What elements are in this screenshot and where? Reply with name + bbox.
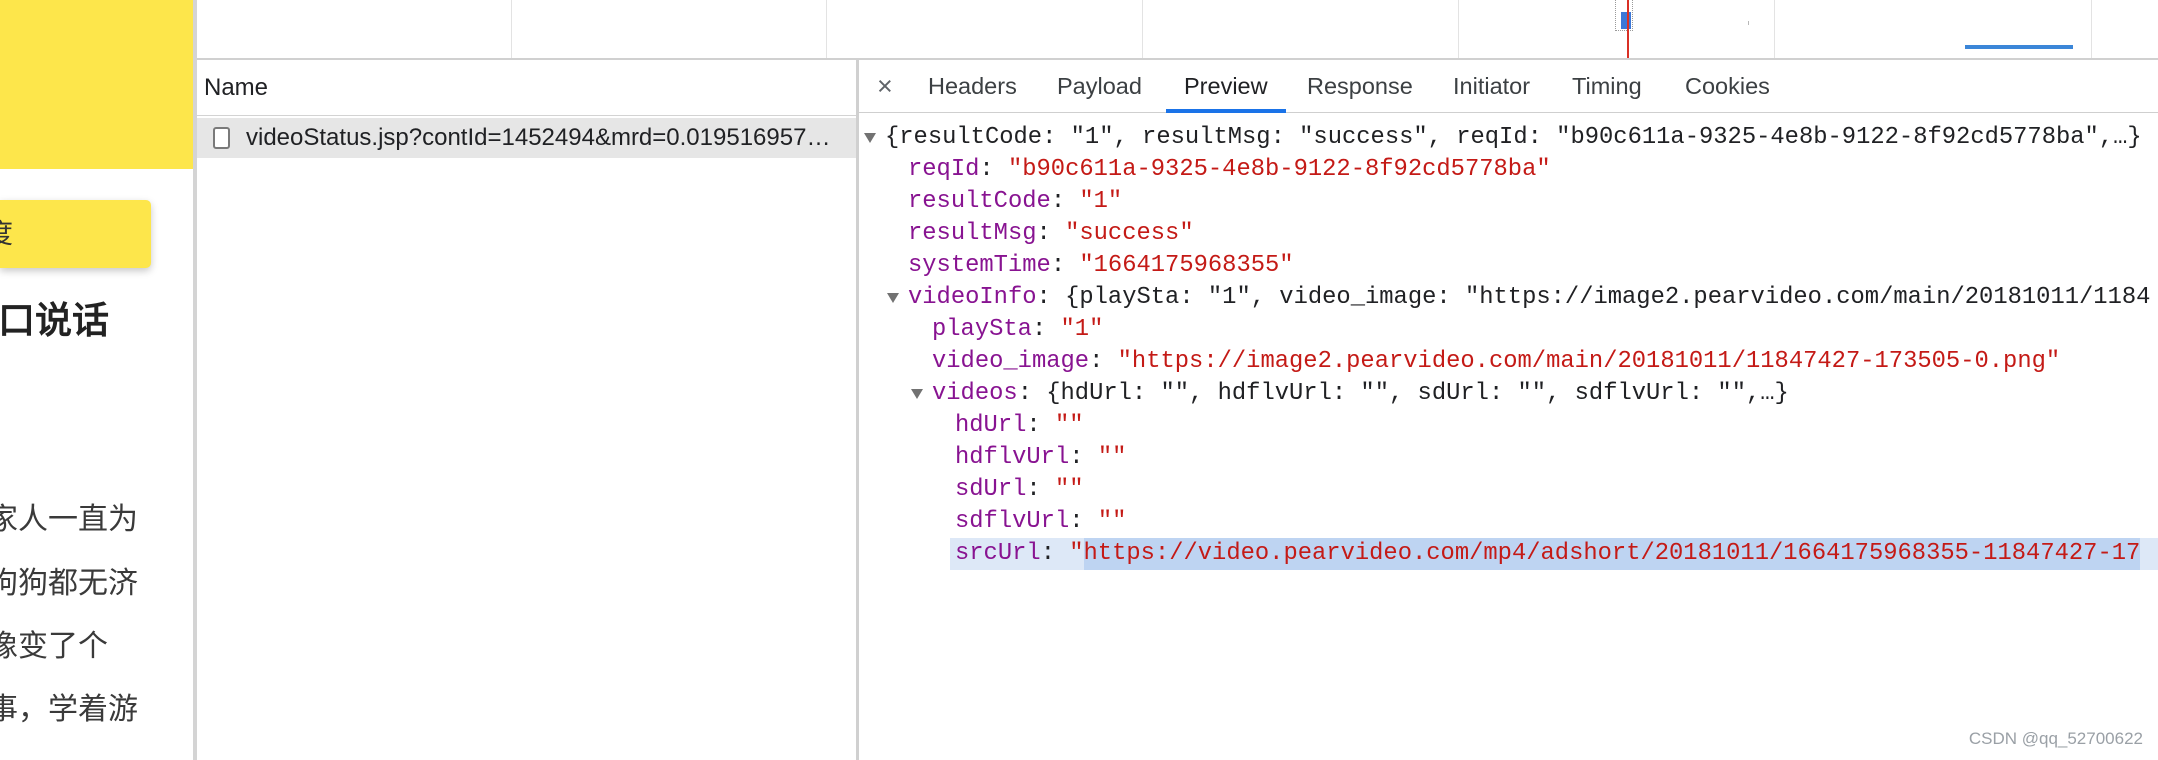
requests-panel: Name videoStatus.jsp?contId=1452494&mrd=…	[197, 60, 856, 760]
json-key: sdflvUrl	[955, 508, 1070, 535]
request-name: videoStatus.jsp?contId=1452494&mrd=0.019…	[246, 124, 831, 151]
tab-timing[interactable]: Timing	[1554, 60, 1660, 113]
timeline-grid-line	[826, 0, 827, 58]
tab-preview[interactable]: Preview	[1166, 60, 1286, 113]
json-key: hdUrl	[955, 412, 1027, 439]
watermark: CSDN @qq_52700622	[1968, 729, 2143, 748]
name-column-header[interactable]: Name	[197, 60, 856, 116]
json-object-summary: {hdUrl: "", hdflvUrl: "", sdUrl: "", sdf…	[1046, 380, 1789, 407]
json-separator: :	[979, 156, 1008, 183]
json-separator: :	[1069, 444, 1098, 471]
request-details-panel: × Headers Payload Preview Response Initi…	[859, 60, 2158, 760]
close-icon[interactable]: ×	[877, 60, 893, 112]
json-string-value: "1"	[1079, 188, 1123, 215]
article-heading: 口说话	[0, 300, 109, 341]
devtools-network-panel: Name videoStatus.jsp?contId=1452494&mrd=…	[197, 0, 2158, 760]
json-property[interactable]: hdflvUrl: ""	[859, 442, 2158, 474]
json-separator: :	[1089, 348, 1118, 375]
json-string-value-selected[interactable]: https://video.pearvideo.com/mp4/adshort/…	[1083, 538, 2141, 570]
tab-response[interactable]: Response	[1289, 60, 1431, 113]
json-key: hdflvUrl	[955, 444, 1070, 471]
json-property[interactable]: sdUrl: ""	[859, 474, 2158, 506]
expand-triangle-icon[interactable]	[911, 389, 923, 399]
json-root-summary: {resultCode: "1", resultMsg: "success", …	[885, 124, 2142, 151]
json-key: resultCode	[908, 188, 1051, 215]
document-icon	[213, 127, 230, 149]
json-key: resultMsg	[908, 220, 1037, 247]
network-overview-timeline[interactable]	[197, 0, 2158, 60]
json-property[interactable]: resultMsg: "success"	[859, 218, 2158, 250]
article-line: 像变了个	[0, 630, 108, 663]
timeline-request-bar	[1965, 45, 2073, 49]
tab-payload[interactable]: Payload	[1039, 60, 1160, 113]
json-separator: :	[1036, 284, 1066, 311]
request-row[interactable]: videoStatus.jsp?contId=1452494&mrd=0.019…	[197, 118, 856, 158]
json-string-value: "b90c611a-9325-4e8b-9122-8f92cd5778ba"	[1007, 156, 1551, 183]
expand-triangle-icon[interactable]	[887, 293, 899, 303]
json-separator: :	[1050, 252, 1080, 279]
json-separator: :	[1069, 508, 1098, 535]
json-object-summary: {playSta: "1", video_image: "https://ima…	[1065, 284, 2151, 311]
json-property[interactable]: resultCode: "1"	[859, 186, 2158, 218]
json-string-value: ""	[1054, 412, 1084, 439]
yellow-button-label: 度	[0, 200, 13, 268]
json-string-quote: "	[1069, 540, 1084, 567]
timeline-request-bar	[1621, 12, 1631, 29]
json-separator: :	[1050, 188, 1080, 215]
yellow-banner	[0, 0, 193, 169]
json-property[interactable]: playSta: "1"	[859, 314, 2158, 346]
tab-headers[interactable]: Headers	[910, 60, 1035, 113]
webpage-panel: 度 口说话 家人一直为 狗狗都无济 像变了个 事，学着游	[0, 0, 193, 760]
json-property[interactable]: systemTime: "1664175968355"	[859, 250, 2158, 282]
json-separator: :	[1036, 220, 1066, 247]
json-object-property[interactable]: videoInfo: {playSta: "1", video_image: "…	[859, 282, 2158, 314]
json-string-value: ""	[1097, 444, 1127, 471]
article-line: 事，学着游	[0, 693, 138, 726]
json-root-line[interactable]: {resultCode: "1", resultMsg: "success", …	[859, 122, 2158, 154]
json-key: systemTime	[908, 252, 1051, 279]
timeline-grid-line	[511, 0, 512, 58]
article-line: 狗狗都无济	[0, 567, 138, 600]
json-separator: :	[1026, 412, 1055, 439]
json-key: videos	[932, 380, 1018, 407]
json-key: srcUrl	[955, 540, 1041, 567]
timeline-load-marker	[1627, 0, 1629, 58]
tab-cookies[interactable]: Cookies	[1667, 60, 1788, 113]
json-key: videoInfo	[908, 284, 1037, 311]
json-object-property[interactable]: videos: {hdUrl: "", hdflvUrl: "", sdUrl:…	[859, 378, 2158, 410]
yellow-button[interactable]: 度	[0, 200, 151, 268]
json-separator: :	[1031, 316, 1061, 343]
name-column-label: Name	[204, 74, 269, 101]
json-string-value: "success"	[1065, 220, 1194, 247]
json-property[interactable]: reqId: "b90c611a-9325-4e8b-9122-8f92cd57…	[859, 154, 2158, 186]
json-key: playSta	[932, 316, 1032, 343]
details-tab-bar: × Headers Payload Preview Response Initi…	[859, 60, 2158, 113]
json-property[interactable]: sdflvUrl: ""	[859, 506, 2158, 538]
json-separator: :	[1040, 540, 1070, 567]
json-key: video_image	[932, 348, 1090, 375]
expand-triangle-icon[interactable]	[864, 133, 876, 143]
timeline-grid-line	[1458, 0, 1459, 58]
tab-initiator[interactable]: Initiator	[1435, 60, 1548, 113]
json-string-value: "1664175968355"	[1079, 252, 1294, 279]
json-string-value: "1"	[1060, 316, 1104, 343]
json-string-value: "https://image2.pearvideo.com/main/20181…	[1117, 348, 2061, 375]
json-string-value: ""	[1097, 508, 1127, 535]
json-string-value: ""	[1054, 476, 1084, 503]
timeline-grid-line	[2091, 0, 2092, 58]
timeline-grid-line	[1774, 0, 1775, 58]
timeline-grid-line	[1142, 0, 1143, 58]
timeline-tick	[1748, 21, 1749, 25]
json-separator: :	[1017, 380, 1047, 407]
json-property[interactable]: hdUrl: ""	[859, 410, 2158, 442]
json-key: sdUrl	[955, 476, 1027, 503]
json-separator: :	[1026, 476, 1055, 503]
json-property[interactable]: video_image: "https://image2.pearvideo.c…	[859, 346, 2158, 378]
json-preview-tree: {resultCode: "1", resultMsg: "success", …	[859, 122, 2158, 570]
json-key: reqId	[908, 156, 980, 183]
json-property-selected[interactable]: srcUrl: " https://video.pearvideo.com/mp4…	[859, 538, 2158, 570]
article-line: 家人一直为	[0, 503, 138, 536]
